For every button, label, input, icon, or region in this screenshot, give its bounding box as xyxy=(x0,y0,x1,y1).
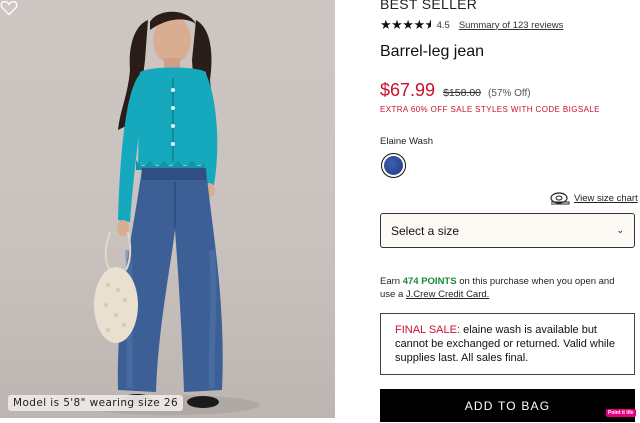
corner-badge[interactable]: Point it life xyxy=(606,409,636,417)
heart-icon[interactable] xyxy=(0,0,18,16)
points-text-pre: Earn xyxy=(380,276,403,287)
tape-measure-icon xyxy=(550,192,570,205)
color-name: Elaine Wash xyxy=(380,136,433,147)
chevron-down-icon: ⌄ xyxy=(616,225,624,235)
star-rating-icon: ★★★★★ xyxy=(380,17,431,32)
reviews-summary-link[interactable]: Summary of 123 reviews xyxy=(459,20,564,31)
size-chart-label: View size chart xyxy=(574,193,638,204)
percent-off: (57% Off) xyxy=(488,88,531,99)
product-title: Barrel-leg jean xyxy=(380,43,485,60)
points-amount: 474 POINTS xyxy=(402,276,457,287)
credit-card-link[interactable]: J.Crew Credit Card. xyxy=(406,289,489,300)
size-select-label: Select a size xyxy=(391,223,460,238)
final-sale-label: FINAL SALE: xyxy=(395,324,461,336)
size-chart-link[interactable]: View size chart xyxy=(550,192,638,205)
swatch-fill xyxy=(384,156,403,175)
product-image[interactable]: Model is 5'8" wearing size 26 xyxy=(0,0,335,418)
best-seller-badge: BEST SELLER xyxy=(380,0,478,12)
original-price: $158.00 xyxy=(443,87,482,99)
rewards-points-message: Earn 474 POINTS on this purchase when yo… xyxy=(380,275,625,301)
size-select-dropdown[interactable]: Select a size ⌄ xyxy=(380,213,635,248)
rating-value: 4.5 xyxy=(436,19,450,31)
color-swatch-elaine-wash[interactable] xyxy=(381,153,406,178)
add-to-bag-button[interactable]: ADD TO BAG xyxy=(380,389,635,422)
model-size-caption: Model is 5'8" wearing size 26 xyxy=(8,395,184,411)
price-row: $67.99 $158.00 (57% Off) xyxy=(380,80,531,101)
rating-row: ★★★★★ 4.5 Summary of 123 reviews xyxy=(380,17,563,33)
promo-message: EXTRA 60% OFF SALE STYLES WITH CODE BIGS… xyxy=(380,105,600,114)
final-sale-notice: FINAL SALE: elaine wash is available but… xyxy=(380,313,635,375)
model-illustration xyxy=(80,11,260,415)
sale-price: $67.99 xyxy=(380,80,436,100)
